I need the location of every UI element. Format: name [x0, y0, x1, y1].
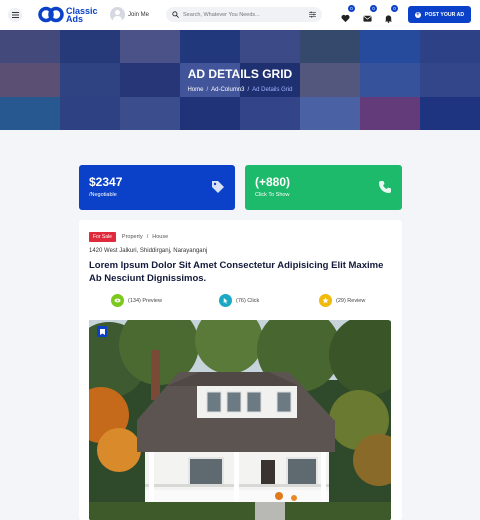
- logo-text: Classic Ads: [66, 5, 98, 24]
- mail-icon: [363, 15, 372, 22]
- notifications-button[interactable]: 0: [384, 5, 398, 23]
- join-me-label: Join Me: [128, 11, 150, 18]
- click-stat: (76) Click: [219, 294, 259, 307]
- cursor-icon: [219, 294, 232, 307]
- ad-detail-panel: For Sale Property / House 1420 West Jalkur…: [79, 220, 402, 520]
- page-title: AD DETAILS GRID: [187, 67, 293, 81]
- favorites-count-badge: 0: [348, 5, 355, 12]
- ad-tags: For Sale Property / House: [89, 232, 168, 242]
- phone-reveal-card[interactable]: (+880) Click To Show: [245, 165, 402, 210]
- favorites-button[interactable]: 0: [341, 5, 355, 23]
- hero-banner: AD DETAILS GRID Home / Ad-Column3/Ad Detai…: [0, 30, 480, 130]
- price-value: $2347: [89, 175, 123, 189]
- ad-address: 1420 West Jalkuri, Shiddirganj, Narayang…: [89, 248, 208, 254]
- search-bar: [166, 7, 322, 22]
- review-stat: (29) Review: [319, 294, 365, 307]
- bookmark-button[interactable]: [97, 326, 107, 337]
- hamburger-icon: [11, 12, 19, 18]
- logo-mark-icon: [38, 6, 64, 23]
- messages-count-badge: 0: [370, 5, 377, 12]
- filter-icon[interactable]: [309, 11, 316, 18]
- join-me-link[interactable]: Join Me: [110, 7, 149, 22]
- avatar: [110, 7, 125, 22]
- breadcrumb-home-link[interactable]: Home: [187, 87, 203, 93]
- search-input[interactable]: [183, 11, 309, 18]
- post-your-ad-button[interactable]: + POST YOUR AD: [408, 6, 471, 23]
- site-logo[interactable]: Classic Ads: [38, 6, 100, 23]
- top-header: Classic Ads Join Me 0 0 0 + POST YOUR AD: [0, 0, 480, 30]
- plus-circle-icon: +: [414, 11, 421, 18]
- breadcrumb: Home / Ad-Column3/Ad Details Grid: [187, 87, 293, 93]
- for-sale-badge: For Sale: [89, 232, 116, 242]
- breadcrumb-ad-column-link[interactable]: Ad-Column3: [211, 87, 244, 93]
- click-count: (76) Click: [236, 297, 260, 304]
- search-icon: [172, 11, 179, 18]
- house-photo: [89, 320, 391, 520]
- post-your-ad-label: POST YOUR AD: [424, 11, 465, 18]
- ad-title: Lorem Ipsum Dolor Sit Amet Consectetur A…: [89, 260, 384, 284]
- category-link-property[interactable]: Property: [122, 234, 143, 240]
- eye-icon: [111, 294, 124, 307]
- price-card: $2347 /Negotiable: [79, 165, 235, 210]
- star-icon: [319, 294, 332, 307]
- preview-stat: (134) Preview: [111, 294, 162, 307]
- preview-count: (134) Preview: [128, 297, 162, 304]
- price-tag-icon: [212, 181, 224, 193]
- click-to-show-label: Click To Show: [255, 192, 290, 198]
- price-note: /Negotiable: [89, 192, 117, 198]
- bookmark-icon: [99, 328, 105, 335]
- listing-photo[interactable]: [89, 320, 391, 520]
- breadcrumb-current: Ad Details Grid: [252, 87, 293, 93]
- notifications-count-badge: 0: [391, 5, 398, 12]
- phone-icon: [379, 181, 391, 193]
- review-count: (29) Review: [336, 297, 366, 304]
- ad-stats: (134) Preview (76) Click (29) Review: [79, 294, 402, 308]
- bell-icon: [384, 15, 393, 23]
- category-link-house[interactable]: House: [152, 234, 168, 240]
- phone-prefix: (+880): [255, 175, 291, 189]
- heart-icon: [341, 14, 350, 23]
- menu-toggle-button[interactable]: [8, 8, 22, 22]
- messages-button[interactable]: 0: [363, 5, 377, 22]
